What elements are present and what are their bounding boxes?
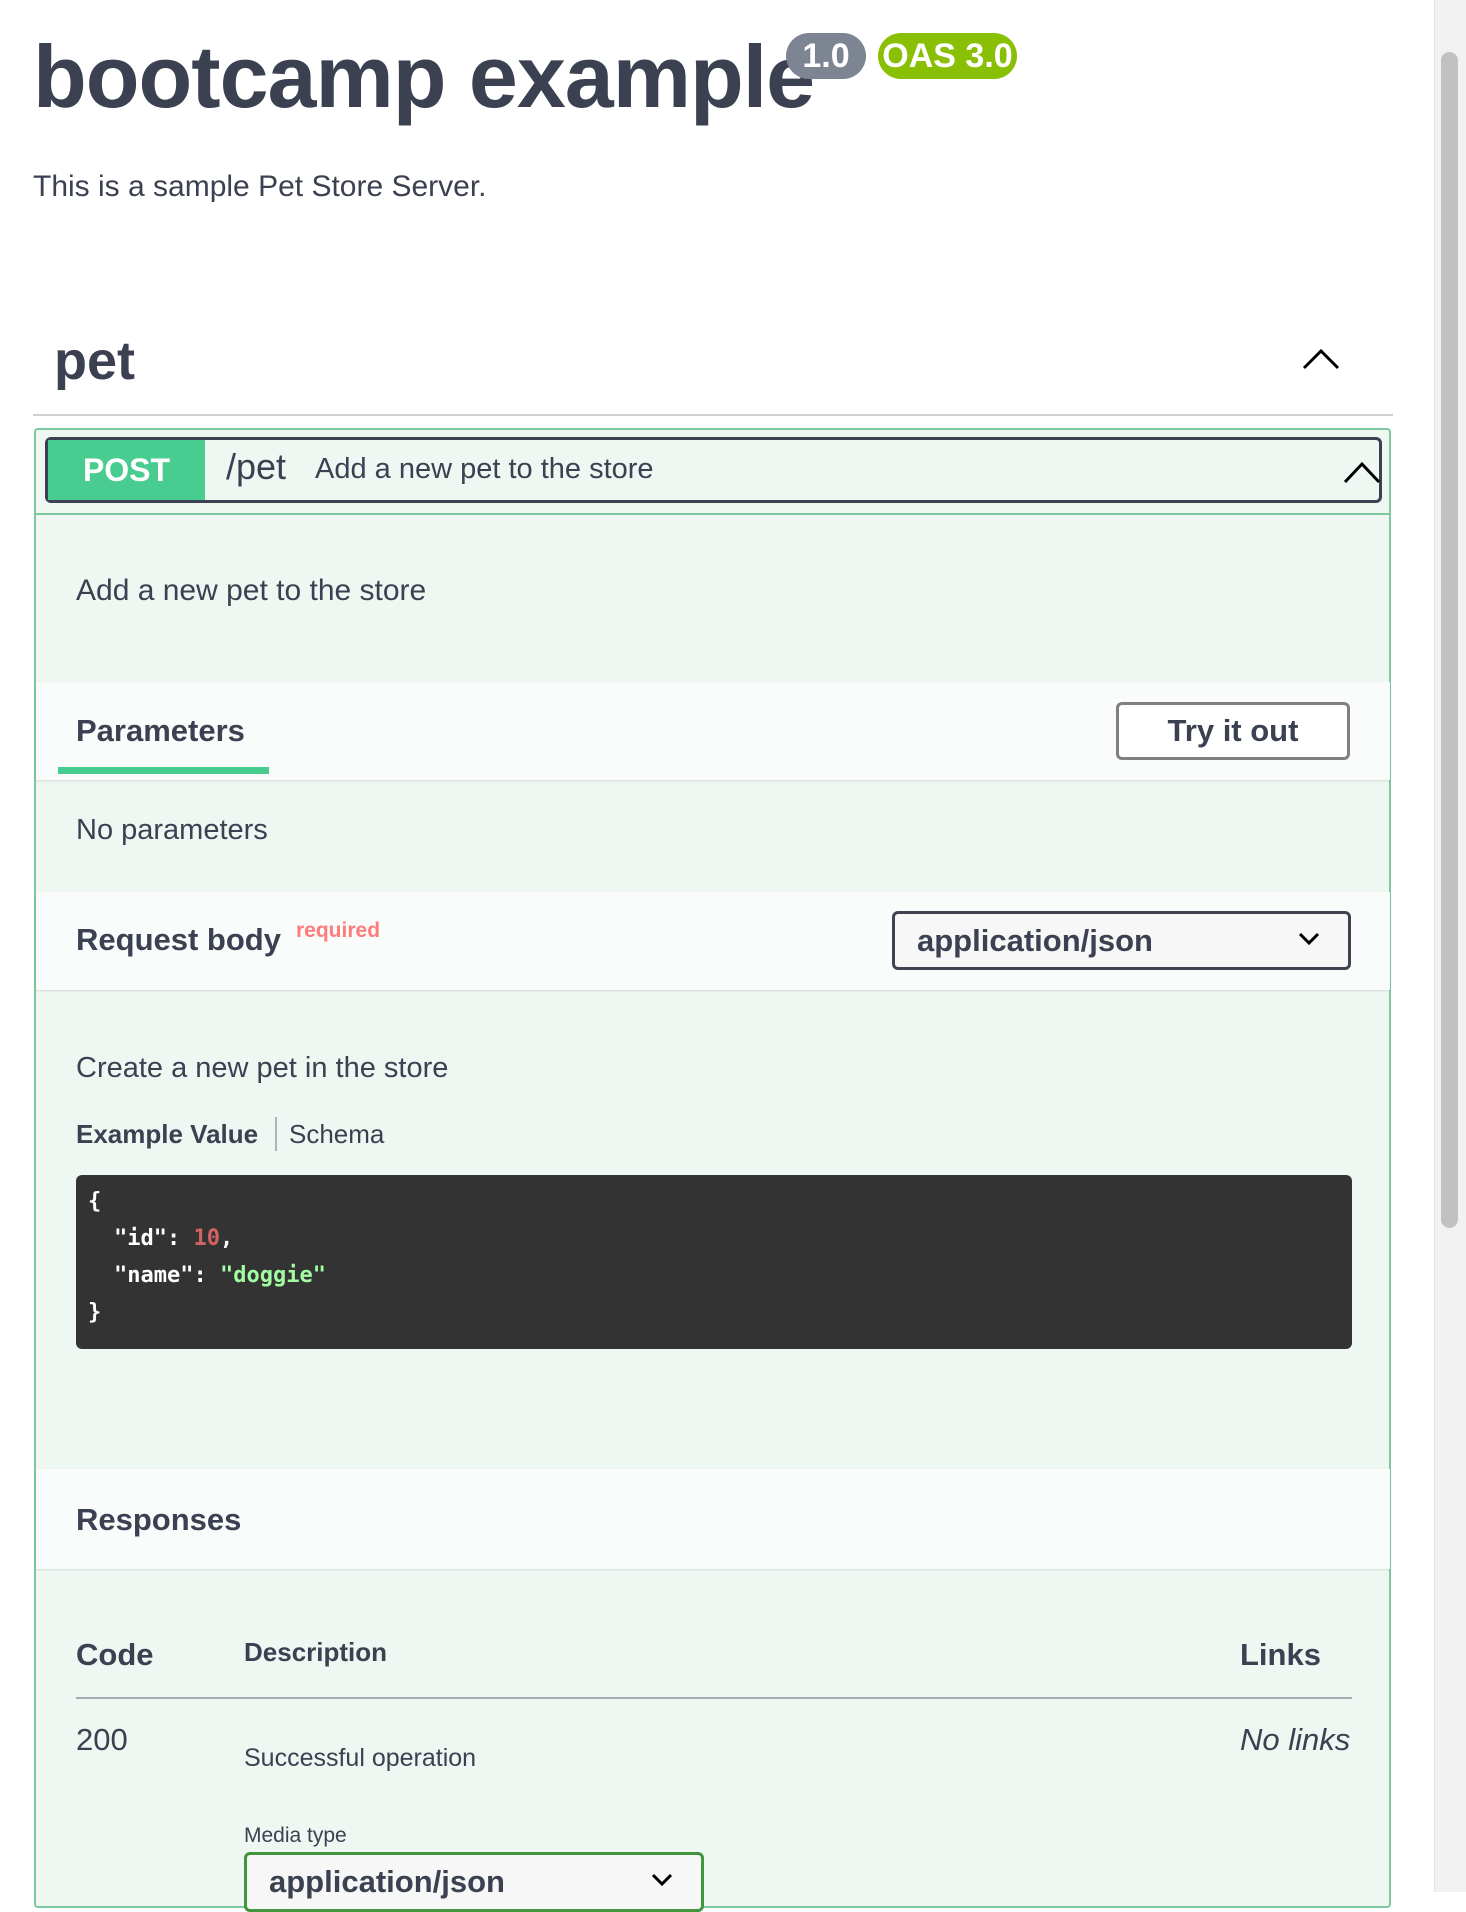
tab-active-indicator bbox=[58, 767, 269, 774]
required-marker: required bbox=[296, 919, 381, 942]
chevron-down-icon bbox=[1298, 932, 1320, 946]
chevron-up-icon[interactable] bbox=[1342, 454, 1382, 490]
tab-separator bbox=[275, 1117, 277, 1151]
code-id-value: 10 bbox=[193, 1226, 220, 1251]
no-parameters-text: No parameters bbox=[76, 814, 268, 846]
tag-pet-heading[interactable]: pet bbox=[54, 330, 135, 392]
media-type-select[interactable]: application/json bbox=[244, 1852, 704, 1912]
request-body-description: Create a new pet in the store bbox=[76, 1052, 449, 1084]
tab-example-value[interactable]: Example Value bbox=[76, 1119, 258, 1150]
code-line-open: { bbox=[88, 1189, 102, 1214]
operation-description: Add a new pet to the store bbox=[76, 574, 427, 607]
response-description: Successful operation bbox=[244, 1744, 477, 1772]
tag-divider bbox=[33, 414, 1393, 416]
responses-table-divider bbox=[76, 1697, 1352, 1699]
request-body-title: Request body bbox=[76, 922, 281, 957]
column-header-links: Links bbox=[1240, 1637, 1321, 1672]
operation-block bbox=[34, 428, 1391, 1908]
response-code: 200 bbox=[76, 1722, 128, 1757]
method-badge: POST bbox=[48, 440, 205, 500]
responses-title: Responses bbox=[76, 1502, 242, 1537]
tab-schema[interactable]: Schema bbox=[289, 1119, 384, 1150]
column-header-description: Description bbox=[244, 1637, 388, 1667]
operation-path: /pet bbox=[226, 446, 287, 487]
version-badge: 1.0 bbox=[786, 33, 866, 79]
chevron-up-icon[interactable] bbox=[1298, 340, 1344, 380]
content-type-select[interactable]: application/json bbox=[892, 911, 1351, 970]
oas-badge: OAS 3.0 bbox=[878, 33, 1017, 79]
scrollbar-thumb[interactable] bbox=[1441, 52, 1458, 1228]
api-title: bootcamp example bbox=[33, 27, 815, 126]
tab-parameters[interactable]: Parameters bbox=[76, 713, 245, 749]
operation-summary: Add a new pet to the store bbox=[315, 453, 654, 485]
try-it-out-button[interactable]: Try it out bbox=[1116, 702, 1350, 760]
media-type-value: application/json bbox=[269, 1864, 505, 1899]
content-type-value: application/json bbox=[917, 923, 1153, 958]
api-description: This is a sample Pet Store Server. bbox=[33, 170, 487, 203]
swagger-page: bootcamp example 1.0 OAS 3.0 This is a s… bbox=[0, 0, 1434, 1912]
code-name-value: "doggie" bbox=[219, 1263, 326, 1288]
summary-divider bbox=[35, 513, 1390, 515]
media-type-label: Media type bbox=[244, 1824, 347, 1847]
chevron-down-icon bbox=[651, 1873, 673, 1887]
response-links: No links bbox=[1240, 1722, 1351, 1757]
code-line-id: "id": 10, bbox=[114, 1226, 234, 1251]
example-code-block: { "id": 10, "name": "doggie" } bbox=[76, 1175, 1352, 1349]
code-line-name: "name": "doggie" bbox=[114, 1263, 326, 1288]
code-line-close: } bbox=[88, 1300, 102, 1325]
column-header-code: Code bbox=[76, 1637, 154, 1672]
